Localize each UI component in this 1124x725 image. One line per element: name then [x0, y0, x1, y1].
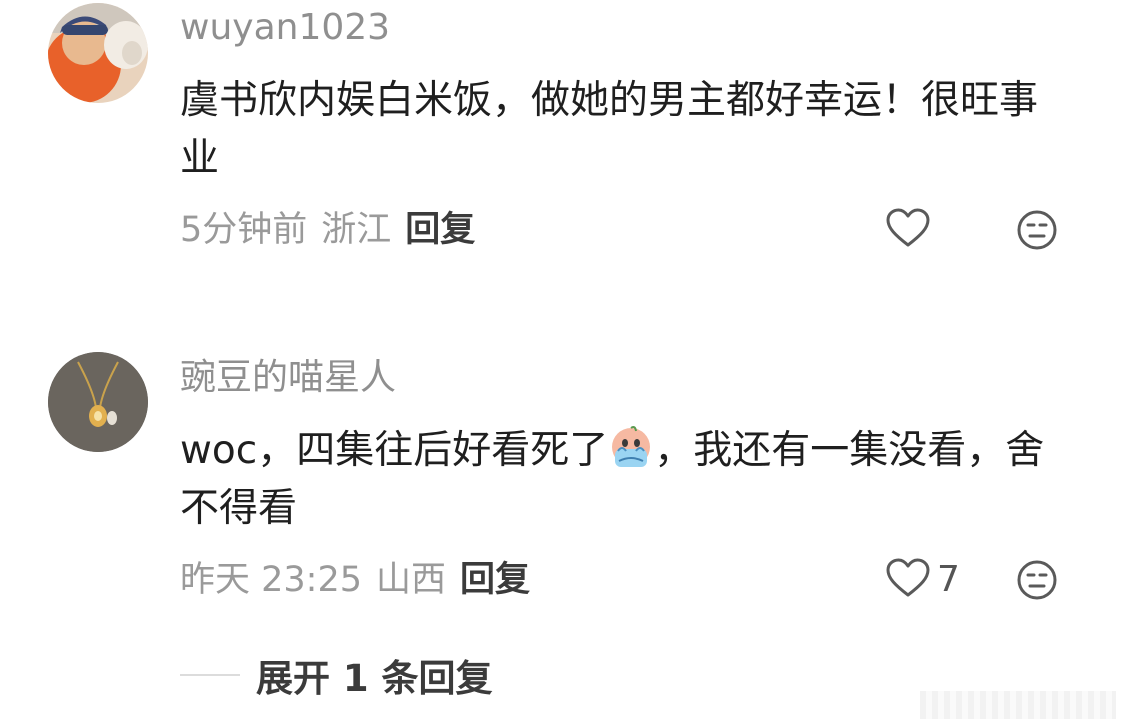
dislike-button[interactable]	[1015, 208, 1059, 252]
dislike-button[interactable]	[1015, 558, 1059, 602]
expand-replies[interactable]: 展开 1 条回复	[180, 650, 493, 700]
comment-location: 山西	[376, 560, 447, 600]
heart-icon	[885, 207, 931, 253]
comment-item: wuyan1023 虞书欣内娱白米饭，做她的男主都好幸运！很旺事业 5分钟前 浙江…	[0, 0, 1124, 300]
divider	[180, 674, 240, 676]
heart-icon	[885, 557, 931, 603]
comment-text: 虞书欣内娱白米饭，做她的男主都好幸运！很旺事业	[180, 78, 1039, 181]
like-button[interactable]	[885, 208, 937, 252]
crying-emoji-icon	[608, 425, 654, 471]
comment-location: 浙江	[321, 210, 392, 250]
expand-replies-label[interactable]: 展开 1 条回复	[256, 648, 493, 702]
like-button[interactable]: 7	[885, 558, 960, 602]
comment-meta: 5分钟前 浙江 回复	[180, 208, 475, 252]
like-count: 7	[937, 559, 960, 600]
avatar[interactable]	[48, 3, 148, 103]
avatar[interactable]	[48, 352, 148, 452]
comment-time: 5分钟前	[180, 210, 308, 250]
comment-item: 豌豆的喵星人 woc，四集往后好看死了 ，我还有一集没看，舍不得看 昨天 23:…	[0, 340, 1124, 640]
reply-button[interactable]: 回复	[405, 210, 475, 250]
watermark	[920, 691, 1116, 719]
comment-meta: 昨天 23:25 山西 回复	[180, 558, 530, 602]
comment-text: woc，四集往后好看死了 ，我还有一集没看，舍不得看	[180, 422, 1060, 538]
reply-button[interactable]: 回复	[460, 560, 530, 600]
username[interactable]: 豌豆的喵星人	[180, 356, 396, 400]
username[interactable]: wuyan1023	[180, 6, 390, 50]
comment-text-part: woc，四集往后好看死了	[180, 428, 609, 473]
meh-face-icon	[1015, 560, 1059, 606]
meh-face-icon	[1015, 210, 1059, 256]
comment-time: 昨天 23:25	[180, 560, 362, 600]
